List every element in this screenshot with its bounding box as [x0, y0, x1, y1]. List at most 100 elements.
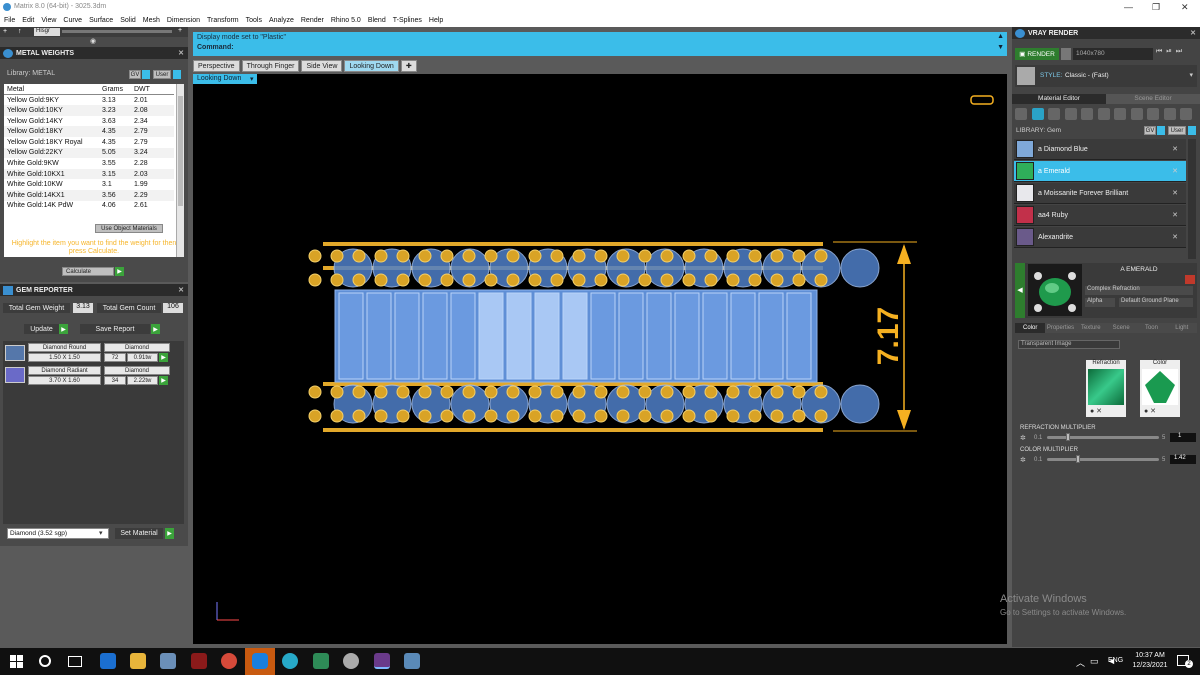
chevron-down-icon[interactable]: ▾: [1189, 71, 1193, 79]
drop-icon[interactable]: [1015, 108, 1027, 120]
info-icon[interactable]: [1157, 126, 1165, 135]
network-icon[interactable]: ▭: [1090, 656, 1099, 667]
set-material-button[interactable]: ▶: [165, 528, 174, 539]
prop-tab-color[interactable]: Color: [1015, 323, 1046, 333]
refraction-value[interactable]: 1: [1170, 433, 1196, 442]
slider-track[interactable]: [1047, 436, 1159, 439]
tab-through-finger[interactable]: Through Finger: [241, 60, 300, 72]
col-metal[interactable]: Metal: [4, 84, 99, 96]
tool-slider[interactable]: [62, 30, 172, 33]
plus-icon[interactable]: +: [178, 27, 182, 34]
table-row[interactable]: White Gold:10KX1 3.15 2.03: [4, 168, 174, 180]
menu-item-dimension[interactable]: Dimension: [167, 17, 200, 24]
refraction-swatch[interactable]: Refraction ● ✕: [1086, 360, 1126, 417]
prop-tab-texture[interactable]: Texture: [1075, 323, 1106, 333]
color-icons[interactable]: ● ✕: [1144, 407, 1156, 415]
menu-item-solid[interactable]: Solid: [120, 17, 136, 24]
menu-item-blend[interactable]: Blend: [368, 17, 386, 24]
task-view-icon[interactable]: [68, 656, 82, 667]
tool-field[interactable]: Hlsgr: [34, 28, 60, 36]
color-swatch[interactable]: Color ● ✕: [1140, 360, 1180, 417]
scroll-up-icon[interactable]: ▲: [997, 33, 1004, 40]
collapse-icon[interactable]: ◉: [90, 37, 100, 45]
prop-tab-toon[interactable]: Toon: [1136, 323, 1167, 333]
tab-side-view[interactable]: Side View: [301, 60, 343, 72]
library-scrollbar[interactable]: [1188, 139, 1196, 259]
matrix-app-icon[interactable]: [374, 653, 390, 669]
edge-icon[interactable]: [100, 653, 116, 669]
settings-icon[interactable]: [1061, 48, 1071, 60]
save-report-button[interactable]: ▶: [151, 324, 160, 334]
clock-date[interactable]: 12/23/2021: [1128, 662, 1172, 669]
arrow-left-icon[interactable]: ◀: [1015, 263, 1025, 318]
update-button[interactable]: ▶: [59, 324, 68, 334]
file-explorer-icon[interactable]: [130, 653, 146, 669]
table-row[interactable]: Yellow Gold:22KY 5.05 3.24: [4, 147, 174, 159]
table-scrollbar[interactable]: [176, 84, 184, 257]
chrome-icon[interactable]: [221, 653, 237, 669]
menu-item-surface[interactable]: Surface: [89, 17, 113, 24]
search-icon[interactable]: [39, 655, 51, 667]
render-button[interactable]: ▣ RENDER: [1015, 48, 1059, 60]
table-row[interactable]: Yellow Gold:14KY 3.63 2.34: [4, 115, 174, 127]
chain-icon[interactable]: [1130, 108, 1143, 120]
table-row[interactable]: Yellow Gold:18KY 4.35 2.79: [4, 126, 174, 137]
remove-icon[interactable]: ✕: [1172, 189, 1178, 197]
app-icon[interactable]: [404, 653, 420, 669]
library-item[interactable]: a Diamond Blue ✕: [1014, 139, 1186, 160]
prop-tab-properties[interactable]: Properties: [1045, 323, 1076, 333]
save-report-label[interactable]: Save Report: [80, 324, 150, 334]
tab-scene-editor[interactable]: Scene Editor: [1106, 94, 1200, 104]
close-icon[interactable]: ✕: [178, 286, 184, 294]
close-icon[interactable]: ✕: [1190, 29, 1196, 37]
info-icon[interactable]: [173, 70, 181, 79]
select-gem-button[interactable]: ▶: [159, 353, 168, 362]
texture-icon[interactable]: [1064, 108, 1077, 120]
maximize-button[interactable]: ❐: [1152, 2, 1160, 13]
set-material-label[interactable]: Set Material: [115, 528, 163, 539]
clock-time[interactable]: 10:37 AM: [1128, 652, 1172, 659]
shader-icon[interactable]: [1031, 108, 1044, 120]
lang[interactable]: ENG: [1108, 657, 1123, 664]
pattern-icon[interactable]: [1097, 108, 1110, 120]
table-row[interactable]: Yellow Gold:9KY 3.13 2.01: [4, 94, 174, 106]
menu-item-curve[interactable]: Curve: [63, 17, 82, 24]
command-input[interactable]: [240, 44, 996, 54]
user-button[interactable]: User: [153, 70, 171, 79]
app-icon[interactable]: [343, 653, 359, 669]
refraction-slider[interactable]: [1047, 431, 1159, 445]
resolution-field[interactable]: 1040x780: [1073, 48, 1153, 60]
gv-button[interactable]: GV: [129, 70, 141, 79]
tab-looking-down[interactable]: Looking Down: [344, 60, 399, 72]
color-slider[interactable]: [1047, 453, 1159, 467]
start-icon[interactable]: [10, 655, 23, 668]
menu-item-rhino-5-0[interactable]: Rhino 5.0: [331, 17, 361, 24]
material-select[interactable]: Diamond (3.52 sgp): [7, 528, 109, 539]
close-icon[interactable]: ✕: [178, 49, 184, 57]
prop-tab-light[interactable]: Light: [1166, 323, 1197, 333]
col-grams[interactable]: Grams: [99, 84, 131, 96]
refresh-icon[interactable]: [1163, 108, 1176, 120]
slider-thumb[interactable]: [1066, 433, 1071, 441]
media-controls[interactable]: ⏮ ⏯ ⏭: [1156, 48, 1196, 60]
info-icon[interactable]: [142, 70, 150, 79]
style-row[interactable]: STYLE: Classic - (Fast) ▾: [1015, 65, 1197, 87]
update-label[interactable]: Update: [24, 324, 59, 334]
material-type-select[interactable]: Complex Refraction: [1085, 286, 1193, 295]
table-row[interactable]: Yellow Gold:18KY Royal 4.35 2.79: [4, 136, 174, 148]
arrow-up-icon[interactable]: ↑: [18, 28, 22, 35]
table-row[interactable]: Yellow Gold:10KY 3.23 2.08: [4, 105, 174, 116]
menu-item-transform[interactable]: Transform: [207, 17, 239, 24]
ground-plane-select[interactable]: Default Ground Plane: [1119, 298, 1193, 307]
info-icon[interactable]: [1188, 126, 1196, 135]
library-item[interactable]: aa4 Ruby ✕: [1014, 205, 1186, 226]
bulb-icon[interactable]: [1180, 108, 1192, 120]
color-value[interactable]: 1.42: [1170, 455, 1196, 464]
transparent-image-select[interactable]: Transparent Image: [1018, 340, 1120, 349]
app-icon[interactable]: [191, 653, 207, 669]
prop-tab-scene[interactable]: Scene: [1105, 323, 1137, 333]
grid-icon[interactable]: [1081, 108, 1093, 120]
add-tab-icon[interactable]: ✚: [400, 60, 417, 72]
calculate-button[interactable]: ▶: [115, 267, 124, 276]
viewport[interactable]: Looking Down ▾ 7.17: [193, 74, 1007, 644]
